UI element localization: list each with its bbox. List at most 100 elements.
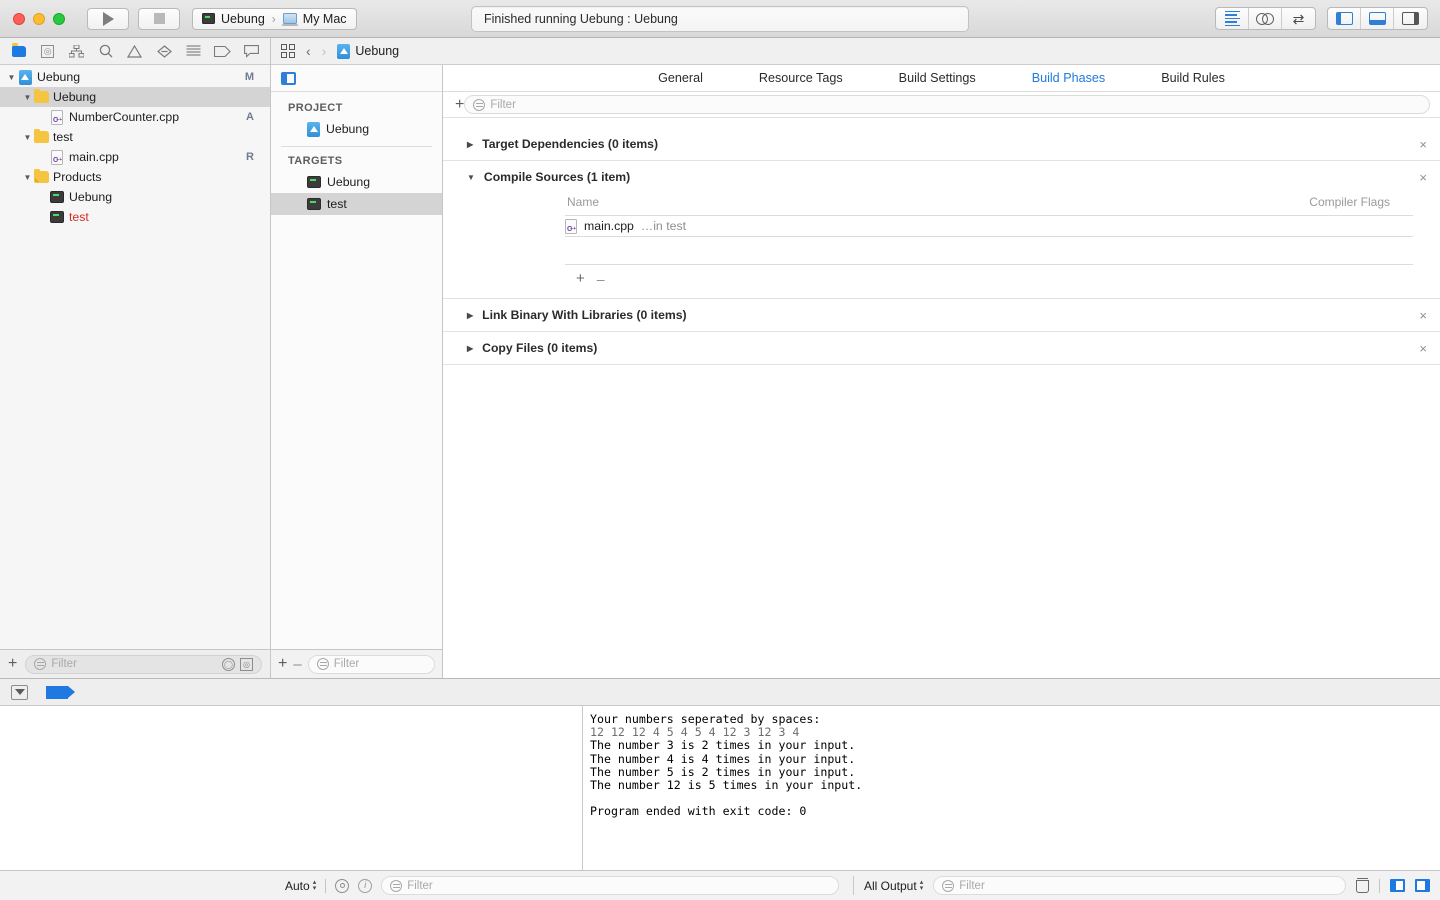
tree-row-label: Uebung <box>69 190 113 204</box>
column-header-compiler-flags: Compiler Flags <box>1309 195 1390 209</box>
tab-issue-navigator[interactable] <box>120 38 149 64</box>
variables-filter-field[interactable]: Filter <box>381 876 839 895</box>
stop-button[interactable] <box>138 7 180 30</box>
tree-row[interactable]: Products <box>0 167 270 187</box>
scheme-selector[interactable]: Uebung › My Mac <box>192 7 357 30</box>
variables-scope-selector[interactable]: Auto ▴ ▾ <box>285 879 316 893</box>
toggle-navigator-button[interactable] <box>1328 8 1361 29</box>
assistant-editor-button[interactable] <box>1249 8 1282 29</box>
version-editor-button[interactable]: ⇄ <box>1282 8 1315 29</box>
filter-icon <box>473 98 486 111</box>
disclosure-triangle[interactable] <box>22 133 33 142</box>
tree-row[interactable]: Uebung M <box>0 67 270 87</box>
disclosure-triangle[interactable]: ▼ <box>467 173 475 182</box>
chevron-right-icon[interactable]: › <box>322 44 327 58</box>
breadcrumb-file-name: Uebung <box>355 44 400 58</box>
remove-build-phase-button[interactable]: × <box>1419 170 1427 185</box>
tab-report-navigator[interactable] <box>237 38 266 64</box>
variables-view[interactable] <box>0 706 583 870</box>
console-scope-selector[interactable]: All Output ▴ ▾ <box>864 879 923 893</box>
breadcrumb[interactable]: Uebung <box>337 43 400 59</box>
xcodeproj-icon <box>307 121 320 137</box>
tab-build-settings[interactable]: Build Settings <box>871 71 1004 85</box>
navigator-toggle-icon <box>1335 12 1353 25</box>
remove-build-phase-button[interactable]: × <box>1419 341 1427 356</box>
show-console-icon[interactable] <box>1415 879 1430 892</box>
remove-target-button[interactable]: – <box>293 657 301 672</box>
info-icon[interactable]: i <box>358 878 373 893</box>
disclosure-triangle[interactable] <box>6 73 17 82</box>
project-row-uebung[interactable]: Uebung <box>271 118 442 140</box>
navigator-filter-field[interactable]: Filter ◯ ◎ <box>25 654 262 674</box>
console-line: The number 4 is 4 times in your input. <box>590 751 856 766</box>
target-filter-field[interactable]: Filter <box>307 654 435 674</box>
watch-icon[interactable] <box>335 878 350 893</box>
debug-filter-icon[interactable] <box>11 684 28 700</box>
build-file-location: …in test <box>640 219 687 233</box>
standard-editor-icon <box>1224 10 1240 27</box>
run-button[interactable] <box>87 7 129 30</box>
tab-general[interactable]: General <box>630 71 731 85</box>
tab-source-control-navigator[interactable]: ◎ <box>33 38 62 64</box>
project-list-toggle-icon[interactable] <box>281 71 296 85</box>
tab-resource-tags[interactable]: Resource Tags <box>731 71 871 85</box>
disclosure-triangle[interactable]: ▶ <box>467 140 473 149</box>
disclosure-triangle[interactable] <box>22 93 33 102</box>
tree-row[interactable]: test <box>0 127 270 147</box>
find-navigator-icon <box>99 44 113 58</box>
toggle-inspector-button[interactable] <box>1394 8 1427 29</box>
tree-row[interactable]: NumberCounter.cpp A <box>0 107 270 127</box>
build-file-name: main.cpp <box>584 219 634 233</box>
disclosure-triangle[interactable] <box>22 173 33 182</box>
add-build-phase-button[interactable]: + <box>455 96 464 113</box>
console-output[interactable]: Your numbers seperated by spaces: 12 12 1… <box>583 706 1440 870</box>
build-file-row[interactable]: main.cpp …in test <box>565 215 1413 237</box>
show-variables-icon[interactable] <box>1390 879 1405 892</box>
tab-symbol-navigator[interactable] <box>62 38 91 64</box>
console-filter-field[interactable]: Filter <box>933 876 1346 895</box>
build-phase-header[interactable]: ▶ Target Dependencies (0 items) <box>443 128 1440 160</box>
tree-row[interactable]: main.cpp R <box>0 147 270 167</box>
build-phases-filter-field[interactable]: Filter <box>464 95 1430 114</box>
add-file-button[interactable]: + <box>8 656 17 672</box>
remove-build-file-button[interactable]: – <box>597 272 605 286</box>
zoom-window-button[interactable] <box>53 12 65 25</box>
add-target-button[interactable]: + <box>278 656 287 672</box>
chevron-left-icon[interactable]: ‹ <box>306 44 311 58</box>
trash-icon[interactable] <box>1356 878 1369 893</box>
tab-project-navigator[interactable] <box>4 38 33 64</box>
tab-debug-navigator[interactable] <box>179 38 208 64</box>
breakpoints-active-icon[interactable] <box>46 685 75 699</box>
minimize-window-button[interactable] <box>33 12 45 25</box>
build-phase-header[interactable]: ▶ Link Binary With Libraries (0 items) <box>443 299 1440 331</box>
toggle-debug-area-button[interactable] <box>1361 8 1394 29</box>
add-build-file-button[interactable]: + <box>576 271 585 286</box>
build-phase-header[interactable]: ▶ Copy Files (0 items) <box>443 332 1440 364</box>
source-control-icon[interactable]: ◎ <box>240 657 253 671</box>
tab-find-navigator[interactable] <box>91 38 120 64</box>
remove-build-phase-button[interactable]: × <box>1419 308 1427 323</box>
disclosure-triangle[interactable]: ▶ <box>467 344 473 353</box>
window-controls <box>0 12 65 25</box>
console-bottom-bar: All Output ▴ ▾ Filter <box>854 876 1440 895</box>
sidebar-divider <box>281 146 432 147</box>
tree-row[interactable]: Uebung <box>0 87 270 107</box>
disclosure-triangle[interactable]: ▶ <box>467 311 473 320</box>
close-window-button[interactable] <box>13 12 25 25</box>
tab-breakpoint-navigator[interactable] <box>208 38 237 64</box>
tree-row[interactable]: Uebung <box>0 187 270 207</box>
clock-icon[interactable]: ◯ <box>222 657 235 671</box>
remove-build-phase-button[interactable]: × <box>1419 137 1427 152</box>
tab-build-phases[interactable]: Build Phases <box>1004 71 1134 85</box>
target-row-uebung[interactable]: Uebung <box>271 171 442 193</box>
tab-build-rules[interactable]: Build Rules <box>1133 71 1253 85</box>
build-phase-header[interactable]: ▼ Compile Sources (1 item) <box>443 161 1440 193</box>
tab-test-navigator[interactable] <box>150 38 179 64</box>
tree-row[interactable]: test <box>0 207 270 227</box>
inspector-toggle-icon <box>1402 12 1419 25</box>
target-row-test[interactable]: test <box>271 193 442 215</box>
standard-editor-button[interactable] <box>1216 8 1249 29</box>
cpp-file-icon <box>51 109 63 125</box>
related-items-icon[interactable] <box>281 44 295 58</box>
debug-navigator-icon <box>186 45 201 56</box>
